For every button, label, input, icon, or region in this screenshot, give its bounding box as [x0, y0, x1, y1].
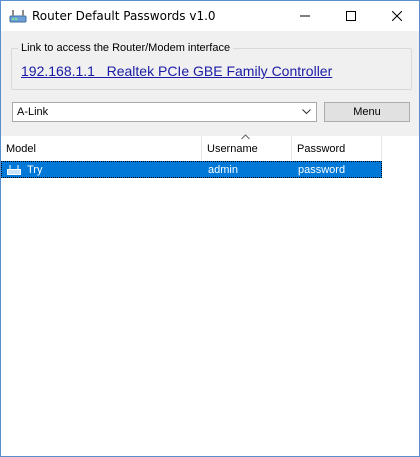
- list-row[interactable]: Try admin password: [1, 161, 382, 178]
- maximize-button[interactable]: [328, 1, 374, 31]
- brand-select[interactable]: A-Link: [12, 102, 317, 122]
- close-icon: [392, 11, 402, 21]
- menu-button-label: Menu: [353, 106, 381, 118]
- maximize-icon: [346, 11, 356, 21]
- router-icon: [7, 165, 21, 175]
- window-title: Router Default Passwords v1.0: [32, 9, 216, 23]
- column-header-password[interactable]: Password: [292, 136, 382, 160]
- column-header-model[interactable]: Model: [1, 136, 202, 160]
- sort-ascending-icon: [241, 134, 250, 140]
- chevron-down-icon: [302, 109, 311, 115]
- menu-button[interactable]: Menu: [324, 102, 410, 122]
- password-list[interactable]: Model Username Password Try admin passwo…: [1, 134, 419, 456]
- router-app-icon: [9, 10, 27, 23]
- minimize-icon: [300, 15, 310, 17]
- cell-password: password: [298, 164, 346, 176]
- cell-model: Try: [27, 164, 43, 176]
- router-link-group-label: Link to access the Router/Modem interfac…: [18, 42, 234, 54]
- minimize-button[interactable]: [282, 1, 328, 31]
- list-header: Model Username Password: [1, 134, 382, 160]
- router-interface-link[interactable]: 192.168.1.1 Realtek PCIe GBE Family Cont…: [21, 63, 332, 79]
- cell-username: admin: [208, 164, 238, 176]
- app-window: Router Default Passwords v1.0 Link to ac…: [0, 0, 420, 457]
- close-button[interactable]: [374, 1, 419, 31]
- title-bar[interactable]: Router Default Passwords v1.0: [1, 1, 419, 31]
- brand-select-value: A-Link: [17, 106, 49, 118]
